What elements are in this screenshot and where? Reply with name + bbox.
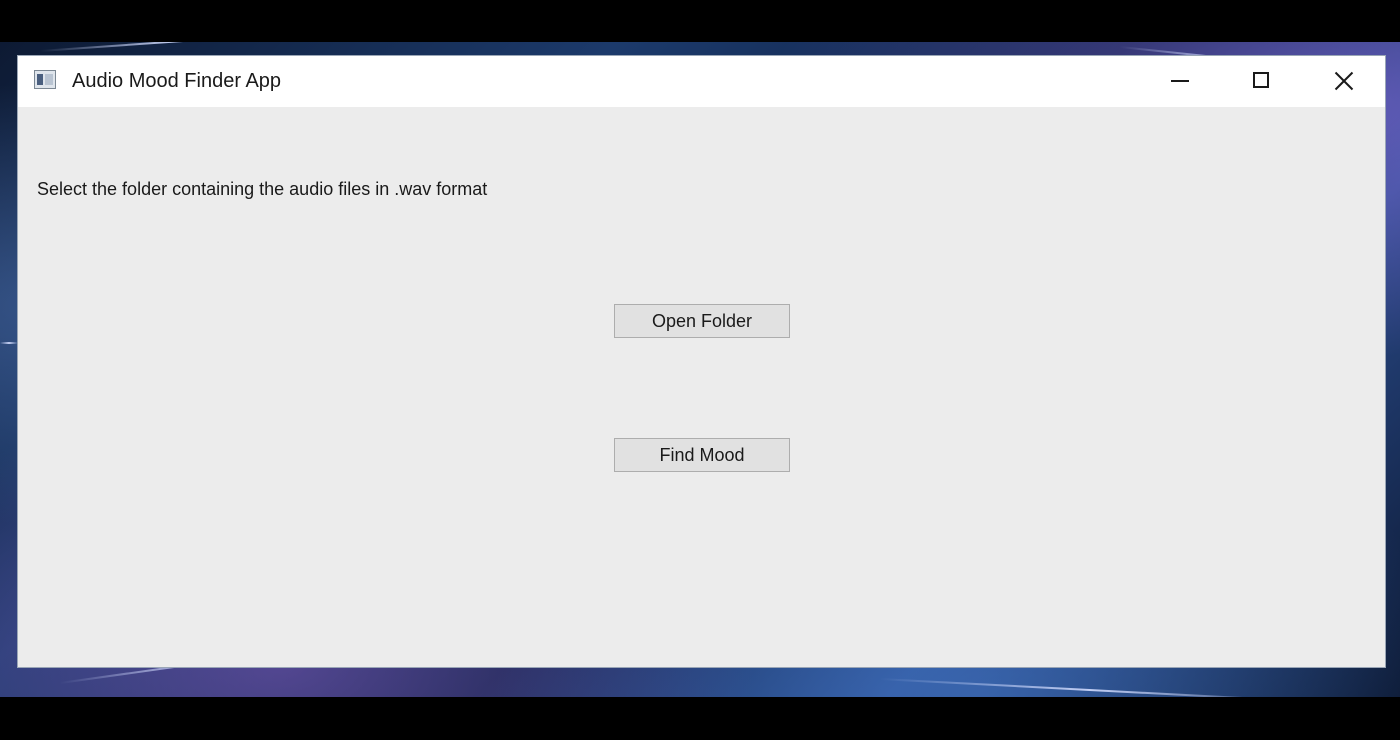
instruction-label: Select the folder containing the audio f… — [37, 179, 488, 199]
app-window: Audio Mood Finder App Select the folder … — [17, 55, 1386, 668]
close-button[interactable] — [1304, 56, 1384, 107]
app-window-icon — [34, 70, 56, 89]
title-bar[interactable]: Audio Mood Finder App — [18, 56, 1385, 107]
maximize-button[interactable] — [1222, 56, 1302, 107]
minimize-icon — [1171, 80, 1189, 82]
find-mood-button[interactable]: Find Mood — [614, 438, 790, 472]
maximize-icon — [1253, 72, 1269, 88]
minimize-button[interactable] — [1140, 56, 1220, 107]
window-title: Audio Mood Finder App — [72, 70, 282, 92]
close-icon — [1334, 71, 1354, 91]
screen: Audio Mood Finder App Select the folder … — [0, 0, 1400, 740]
open-folder-button[interactable]: Open Folder — [614, 304, 790, 338]
